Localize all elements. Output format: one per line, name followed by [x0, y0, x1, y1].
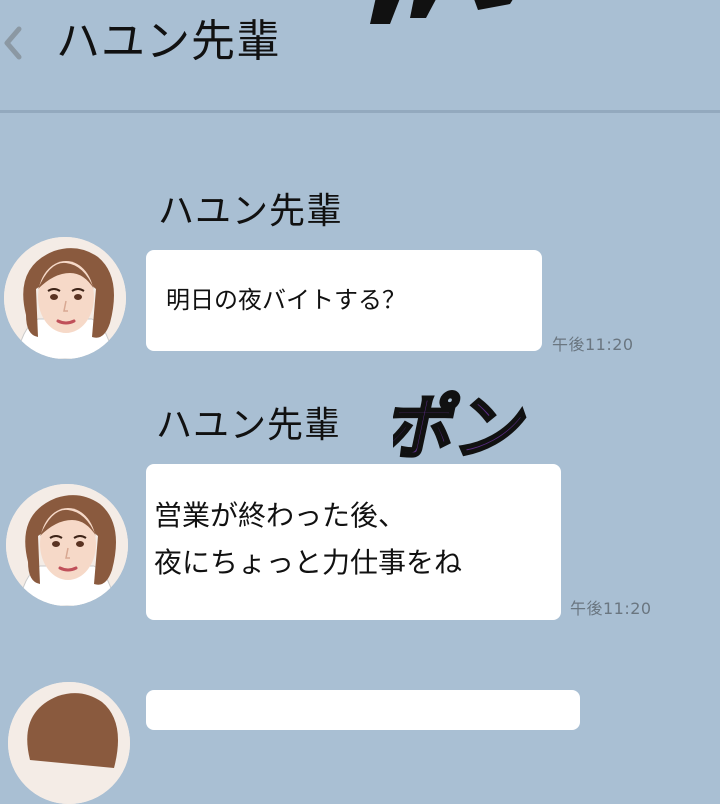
- message-sender-name: ハユン先輩: [156, 405, 342, 446]
- chevron-left-icon: [4, 26, 22, 60]
- avatar[interactable]: [8, 682, 130, 804]
- message-timestamp: 午後11:20: [570, 599, 652, 618]
- avatar[interactable]: [6, 484, 128, 606]
- message-bubble[interactable]: [146, 690, 580, 730]
- avatar[interactable]: [4, 237, 126, 359]
- message-bubble[interactable]: 明日の夜バイトする？: [146, 250, 542, 351]
- chat-header: ハユン先輩: [0, 0, 720, 113]
- back-button[interactable]: [0, 18, 28, 68]
- chat-title: ハユン先輩: [56, 16, 281, 67]
- message-text: 明日の夜バイトする？: [166, 286, 406, 314]
- message-bubble[interactable]: 営業が終わった後、 夜にちょっと力仕事をね: [146, 464, 561, 620]
- message-timestamp: 午後11:20: [552, 335, 634, 354]
- message-sender-name: ハユン先輩: [158, 191, 344, 232]
- message-text: 営業が終わった後、 夜にちょっと力仕事をね: [154, 499, 463, 579]
- sound-effect-pon: ポン: [393, 385, 537, 470]
- avatar-portrait-icon: [6, 484, 128, 606]
- avatar-portrait-icon: [4, 237, 126, 359]
- sound-effect-text: ポン: [393, 387, 536, 469]
- sfx-fragment-top: [370, 0, 513, 24]
- avatar-portrait-icon: [8, 682, 130, 804]
